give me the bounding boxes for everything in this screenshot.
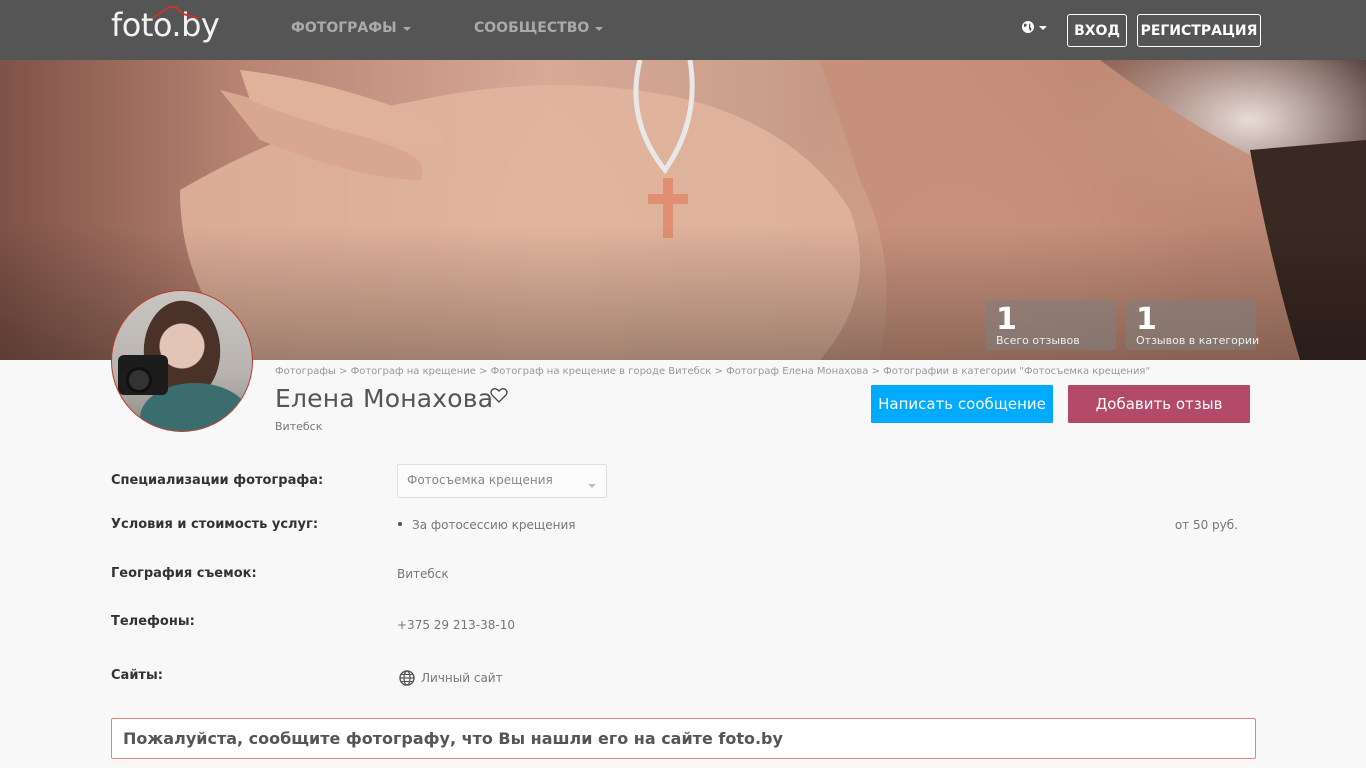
stat-category-label: Отзывов в категории: [1136, 334, 1260, 347]
heart-icon[interactable]: [490, 387, 508, 403]
breadcrumb-category[interactable]: Фотографии в категории "Фотосъемка креще…: [883, 366, 1150, 377]
breadcrumb-separator: >: [871, 366, 880, 377]
notice-text: Пожалуйста, сообщите фотографу, что Вы н…: [123, 729, 783, 748]
specialization-select-value: Фотосъемка крещения: [407, 473, 553, 487]
specializations-label: Специализации фотографа:: [111, 473, 324, 488]
logo-roof-icon: [152, 6, 200, 19]
breadcrumb: Фотографы > Фотограф на крещение > Фотог…: [275, 366, 1150, 377]
chevron-down-icon: [595, 27, 604, 31]
register-button[interactable]: РЕГИСТРАЦИЯ: [1137, 14, 1261, 47]
menu-community-label: СООБЩЕСТВО: [474, 20, 590, 36]
top-navbar: foto.by ФОТОГРАФЫ СООБЩЕСТВО ВХОД РЕГИСТ…: [0, 0, 1366, 60]
sites-label: Сайты:: [111, 668, 163, 683]
bullet-icon: [398, 522, 402, 526]
phone-value: +375 29 213-38-10: [397, 618, 515, 632]
specialization-select[interactable]: Фотосъемка крещения: [397, 464, 607, 498]
geography-value: Витебск: [397, 567, 449, 581]
breadcrumb-separator: >: [339, 366, 348, 377]
chevron-down-icon: [402, 27, 411, 31]
stat-category-reviews: 1 Отзывов в категории: [1126, 300, 1260, 350]
menu-photographers[interactable]: ФОТОГРАФЫ: [291, 20, 411, 36]
globe-icon: [399, 670, 415, 686]
chevron-down-icon: [588, 484, 596, 488]
breadcrumb-baptism-city[interactable]: Фотограф на крещение в городе Витебск: [491, 366, 712, 377]
services-label: Условия и стоимость услуг:: [111, 517, 319, 532]
notice-box: Пожалуйста, сообщите фотографу, что Вы н…: [111, 718, 1256, 759]
site-logo[interactable]: foto.by: [111, 4, 220, 48]
personal-site-link[interactable]: Личный сайт: [399, 670, 503, 686]
menu-photographers-label: ФОТОГРАФЫ: [291, 20, 397, 36]
write-message-button[interactable]: Написать сообщение: [871, 385, 1053, 423]
stat-total-label: Всего отзывов: [996, 334, 1080, 347]
camera-lens: [126, 367, 152, 393]
menu-community[interactable]: СООБЩЕСТВО: [474, 20, 604, 36]
service-price: от 50 руб.: [1174, 518, 1238, 532]
breadcrumb-photographers[interactable]: Фотографы: [275, 366, 336, 377]
phones-label: Телефоны:: [111, 614, 195, 629]
photographer-city: Витебск: [275, 420, 323, 433]
breadcrumb-separator: >: [479, 366, 488, 377]
add-review-button[interactable]: Добавить отзыв: [1068, 385, 1250, 423]
service-item: За фотосессию крещения: [412, 518, 576, 532]
breadcrumb-baptism[interactable]: Фотограф на крещение: [351, 366, 476, 377]
avatar[interactable]: [111, 290, 253, 432]
language-selector[interactable]: [1021, 20, 1047, 34]
stat-total-reviews: 1 Всего отзывов: [986, 300, 1116, 350]
photographer-name: Елена Монахова: [275, 384, 494, 413]
geography-label: География съемок:: [111, 566, 257, 581]
breadcrumb-photographer[interactable]: Фотограф Елена Монахова: [726, 366, 868, 377]
chevron-down-icon: [1039, 26, 1047, 30]
breadcrumb-separator: >: [714, 366, 723, 377]
login-button[interactable]: ВХОД: [1067, 14, 1127, 47]
personal-site-label: Личный сайт: [421, 671, 503, 685]
globe-icon: [1022, 21, 1034, 33]
